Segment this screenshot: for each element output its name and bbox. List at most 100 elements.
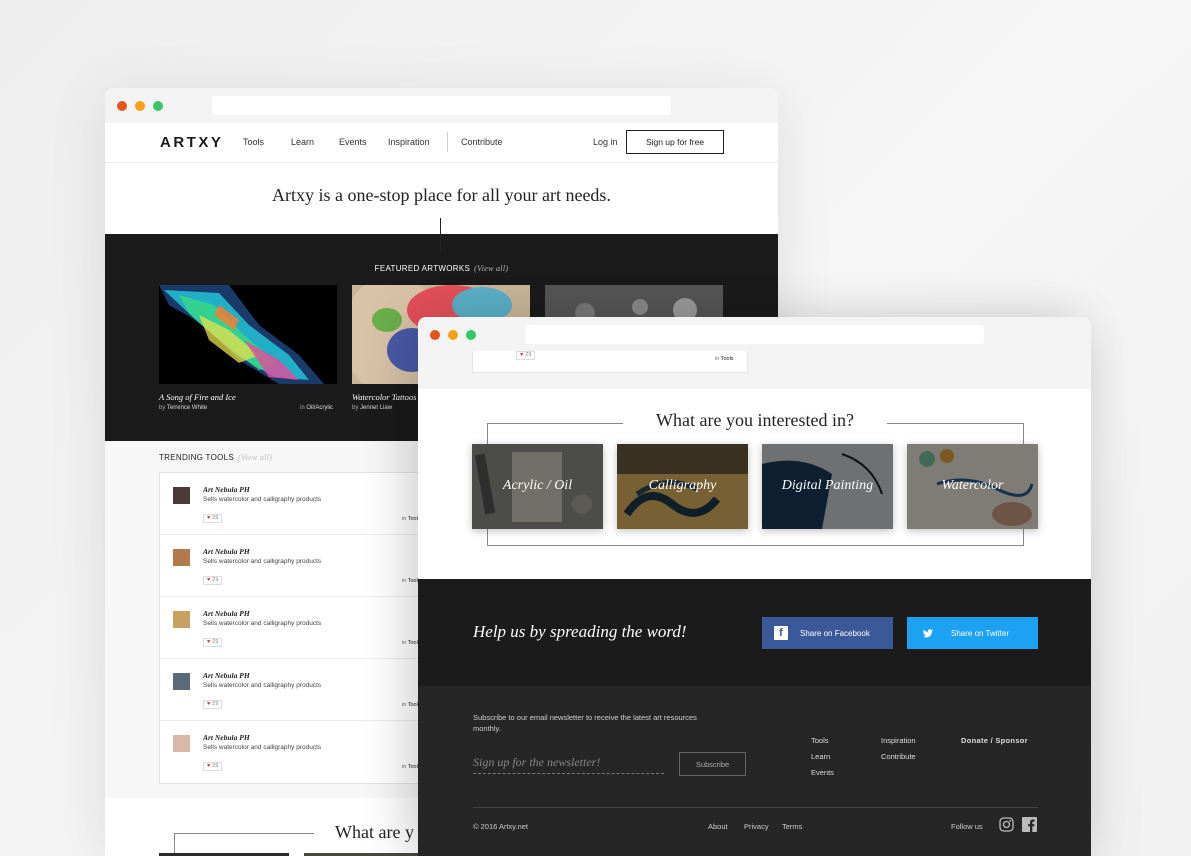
category-label: Calligraphy — [648, 478, 717, 493]
nav-item-contribute[interactable]: Contribute — [461, 137, 503, 147]
copyright: © 2016 Artxy.net — [473, 822, 529, 831]
newsletter-email-field[interactable]: Sign up for the newsletter! — [473, 752, 664, 774]
trending-list-end: ♥ 29 in Tools — [418, 351, 1091, 389]
trending-heading-text: TRENDING TOOLS — [159, 453, 235, 462]
footer-link-donate[interactable]: Donate / Sponsor — [961, 736, 1028, 745]
artist-name[interactable]: Jennet Liaw — [360, 405, 392, 411]
tool-thumbnail — [173, 735, 190, 752]
like-button[interactable]: ♥ 29 — [203, 576, 223, 585]
category-tile-calligraphy[interactable]: Calligraphy — [617, 444, 748, 529]
like-button[interactable]: ♥ 29 — [203, 700, 223, 709]
nav-item-events[interactable]: Events — [339, 137, 367, 147]
share-facebook-label: Share on Facebook — [800, 628, 870, 638]
minimize-window-button[interactable] — [448, 330, 458, 340]
heart-icon: ♥ — [520, 352, 524, 358]
category-name[interactable]: Tools — [721, 356, 734, 362]
tool-name[interactable]: Art Nebula PH — [203, 609, 250, 618]
like-count: 29 — [212, 639, 219, 645]
category-tile-digital-painting[interactable]: Digital Painting — [762, 444, 893, 529]
like-button[interactable]: ♥ 29 — [203, 762, 223, 771]
tool-name[interactable]: Art Nebula PH — [203, 547, 250, 556]
browser-chrome — [418, 317, 1091, 352]
artwork-title[interactable]: Watercolor Tattoos — [352, 392, 416, 402]
site-logo[interactable]: ARTXY — [160, 134, 223, 151]
interest-section: What are you interested in? Acrylic / Oi… — [418, 389, 1091, 579]
close-window-button[interactable] — [430, 330, 440, 340]
artwork-title[interactable]: A Song of Fire and Ice — [159, 392, 236, 402]
hero: Artxy is a one-stop place for all your a… — [105, 163, 778, 253]
address-bar[interactable] — [525, 325, 984, 344]
heart-icon: ♥ — [207, 515, 211, 521]
like-button[interactable]: ♥ 29 — [516, 351, 536, 360]
artwork-artist: by Terrence White — [159, 405, 207, 411]
category-prefix: in — [715, 356, 720, 362]
like-button[interactable]: ♥ 29 — [203, 514, 223, 523]
tool-name[interactable]: Art Nebula PH — [203, 733, 250, 742]
category-prefix: in — [300, 405, 305, 411]
tool-thumbnail — [173, 487, 190, 504]
featured-heading-text: FEATURED ARTWORKS — [374, 264, 471, 273]
artwork-image — [159, 285, 337, 384]
instagram-icon[interactable] — [999, 817, 1014, 832]
category-label: Digital Painting — [781, 478, 874, 493]
like-count: 29 — [525, 352, 532, 358]
minimize-window-button[interactable] — [135, 101, 145, 111]
hero-connector-line — [440, 218, 441, 253]
footer-link-events[interactable]: Events — [811, 768, 834, 777]
artwork-card-fire-ice[interactable] — [159, 285, 337, 384]
nav-item-tools[interactable]: Tools — [243, 137, 264, 147]
footer-link-privacy[interactable]: Privacy — [744, 822, 769, 831]
share-facebook-button[interactable]: f Share on Facebook — [762, 617, 893, 649]
tool-description: Sells watercolor and calligraphy product… — [203, 744, 322, 751]
signup-button[interactable]: Sign up for free — [626, 130, 724, 154]
list-item[interactable]: ♥ 29 in Tools — [472, 351, 748, 373]
footer: Subscribe to our email newsletter to rec… — [418, 686, 1091, 856]
tool-thumbnail — [173, 673, 190, 690]
category-tile-acrylic-oil[interactable]: Acrylic / Oil — [472, 444, 603, 529]
footer-link-terms[interactable]: Terms — [782, 822, 802, 831]
footer-link-about[interactable]: About — [708, 822, 728, 831]
subscribe-button[interactable]: Subscribe — [679, 752, 746, 776]
like-button[interactable]: ♥ 29 — [203, 638, 223, 647]
featured-view-all-link[interactable]: (View all) — [474, 264, 508, 273]
login-link[interactable]: Log in — [593, 137, 618, 147]
nav-item-learn[interactable]: Learn — [291, 137, 314, 147]
like-count: 29 — [212, 763, 219, 769]
category-prefix: in — [402, 578, 407, 584]
category-name[interactable]: Oil/Acrylic — [306, 405, 333, 411]
category-prefix: in — [402, 516, 407, 522]
tool-thumbnail — [173, 611, 190, 628]
footer-link-tools[interactable]: Tools — [811, 736, 829, 745]
facebook-icon[interactable] — [1022, 817, 1037, 832]
tool-description: Sells watercolor and calligraphy product… — [203, 558, 322, 565]
list-item[interactable]: Art Nebula PH Sells watercolor and calli… — [160, 721, 458, 783]
list-item[interactable]: Art Nebula PH Sells watercolor and calli… — [160, 597, 458, 659]
address-bar[interactable] — [212, 96, 671, 115]
category-tile-watercolor[interactable]: Watercolor — [907, 444, 1038, 529]
tool-name[interactable]: Art Nebula PH — [203, 671, 250, 680]
maximize-window-button[interactable] — [466, 330, 476, 340]
close-window-button[interactable] — [117, 101, 127, 111]
featured-heading: FEATURED ARTWORKS (View all) — [105, 264, 778, 273]
tool-thumbnail — [173, 549, 190, 566]
artist-name[interactable]: Terrence White — [167, 405, 207, 411]
facebook-icon: f — [774, 626, 788, 640]
footer-link-inspiration[interactable]: Inspiration — [881, 736, 916, 745]
maximize-window-button[interactable] — [153, 101, 163, 111]
category-prefix: in — [402, 702, 407, 708]
tool-name[interactable]: Art Nebula PH — [203, 485, 250, 494]
list-item[interactable]: Art Nebula PH Sells watercolor and calli… — [160, 473, 458, 535]
footer-link-learn[interactable]: Learn — [811, 752, 830, 761]
footer-divider — [473, 807, 1038, 808]
trending-heading: TRENDING TOOLS (View all) — [159, 453, 272, 462]
share-twitter-button[interactable]: Share on Twitter — [907, 617, 1038, 649]
footer-link-contribute[interactable]: Contribute — [881, 752, 916, 761]
list-item[interactable]: Art Nebula PH Sells watercolor and calli… — [160, 659, 458, 721]
list-item[interactable]: Art Nebula PH Sells watercolor and calli… — [160, 535, 458, 597]
share-title: Help us by spreading the word! — [473, 622, 687, 641]
share-section: Help us by spreading the word! f Share o… — [418, 579, 1091, 686]
trending-view-all-link[interactable]: (View all) — [238, 453, 272, 462]
heart-icon: ♥ — [207, 639, 211, 645]
nav-item-inspiration[interactable]: Inspiration — [388, 137, 430, 147]
artist-prefix: by — [159, 405, 166, 411]
